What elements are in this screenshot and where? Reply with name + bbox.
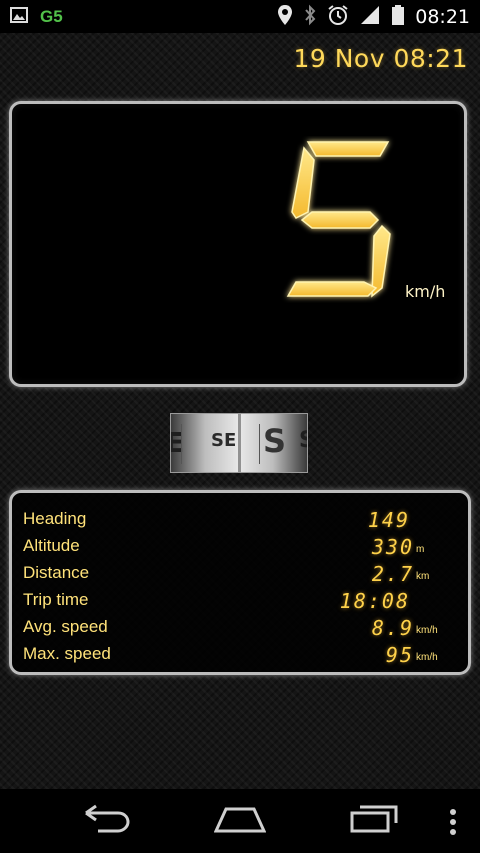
stat-unit: m (416, 544, 425, 555)
speed-digit-graphic (286, 141, 391, 298)
gs-app-icon: G5 (40, 7, 63, 26)
stat-row-avg-speed: Avg. speed 8.9 km/h (12, 616, 468, 643)
signal-icon (359, 4, 381, 30)
stat-value: 330 (371, 535, 414, 559)
stat-row-distance: Distance 2.7 km (12, 562, 468, 589)
stat-unit: km (416, 571, 430, 582)
stat-value: 2.7 (371, 562, 414, 586)
stat-value: 8.9 (371, 616, 414, 640)
trip-stats-panel: Heading 149 Altitude 330 m Distance 2.7 … (9, 490, 471, 675)
status-bar-right: 08:21 (277, 4, 470, 30)
stat-label: Max. speed (23, 644, 111, 663)
speed-panel: 5 km/h (9, 101, 467, 387)
speed-readout: 5 (278, 136, 398, 306)
compass-tick (181, 424, 182, 464)
battery-icon (391, 4, 405, 30)
stat-label: Avg. speed (23, 617, 108, 636)
image-icon (10, 6, 28, 28)
recents-icon[interactable] (350, 803, 398, 837)
bluetooth-icon (303, 4, 317, 30)
status-bar-left: G5 (10, 6, 63, 28)
speed-unit: km/h (405, 282, 446, 301)
compass-letter-s-edge: S (299, 428, 307, 453)
location-icon (277, 4, 293, 30)
stat-label: Altitude (23, 536, 80, 555)
back-icon[interactable] (82, 803, 132, 837)
status-bar: G5 08:21 (0, 0, 480, 33)
stat-row-trip-time: Trip time 18:08 (12, 589, 468, 616)
alarm-icon (327, 4, 349, 30)
stat-label: Trip time (23, 590, 89, 609)
compass-tick (259, 424, 260, 464)
home-icon[interactable] (213, 803, 267, 837)
speedometer-screen: G5 08:21 19 Nov 08:21 km/h SE S Heading … (0, 0, 480, 853)
stat-label: Heading (23, 509, 87, 528)
navigation-bar (0, 789, 480, 853)
compass-letter-s: S (263, 422, 287, 460)
overflow-menu-icon[interactable] (448, 809, 458, 839)
compass-letter-e: E (171, 426, 184, 459)
stat-row-max-speed: Max. speed 95 km/h (12, 643, 468, 670)
stat-unit: km/h (416, 625, 438, 636)
compass-pointer (238, 414, 241, 472)
stat-value: 149 (367, 508, 410, 532)
stat-value: 18:08 (339, 589, 410, 613)
compass-letter-se: SE (211, 430, 237, 451)
status-bar-time: 08:21 (415, 6, 470, 28)
stat-unit: km/h (416, 652, 438, 663)
stat-value: 95 (385, 643, 414, 667)
compass-strip[interactable]: E SE S S (170, 413, 308, 473)
stat-row-altitude: Altitude 330 m (12, 535, 468, 562)
stat-row-heading: Heading 149 (12, 508, 468, 535)
stat-label: Distance (23, 563, 90, 582)
current-datetime: 19 Nov 08:21 (293, 44, 468, 73)
